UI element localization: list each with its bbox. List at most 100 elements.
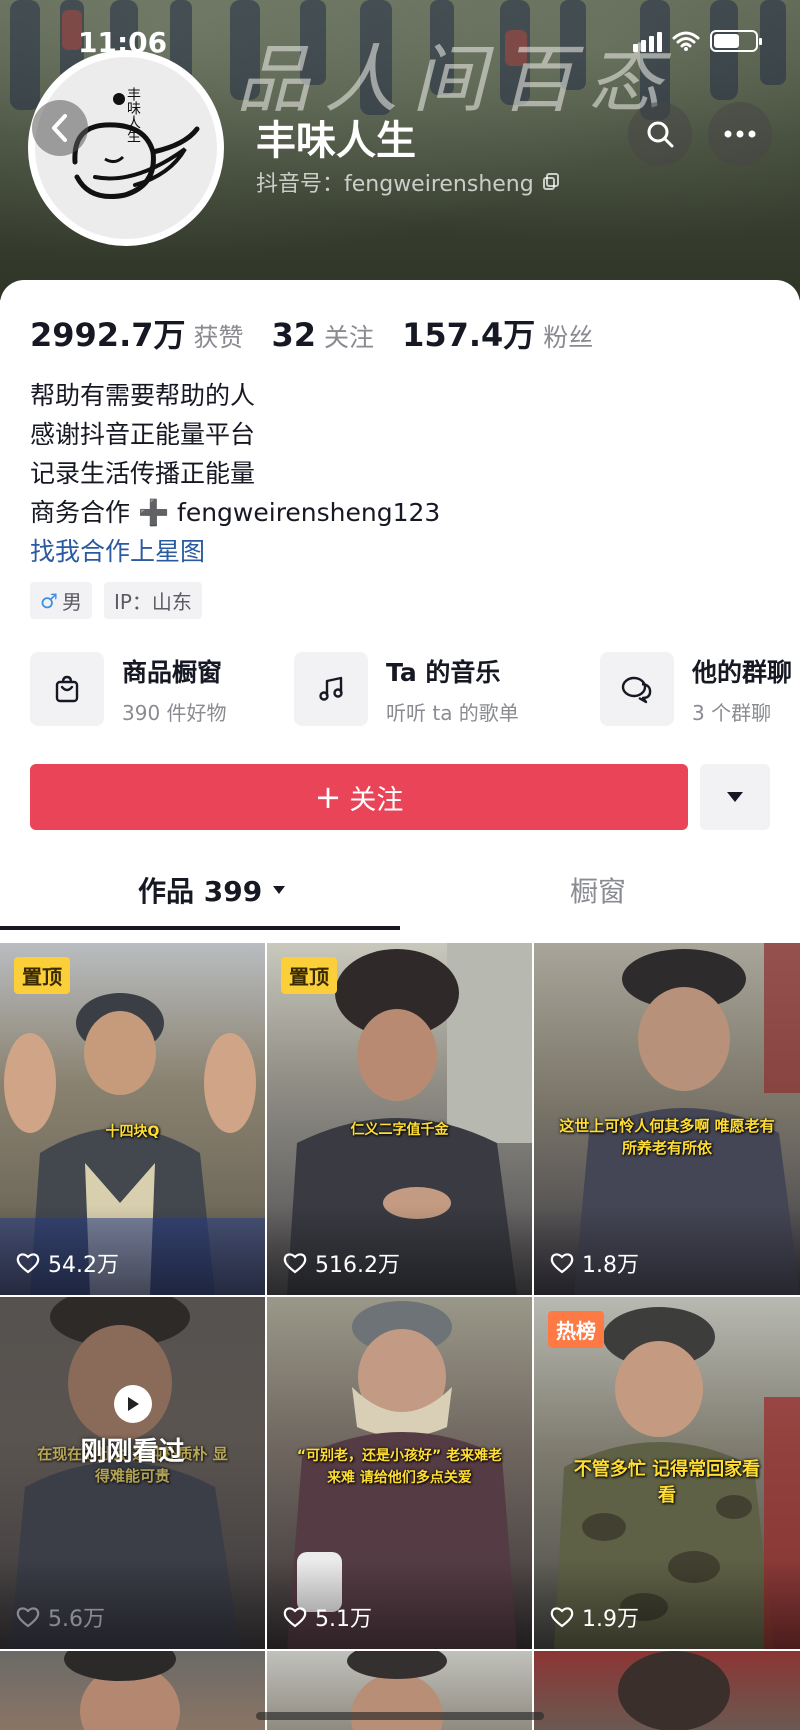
male-icon: ♂ <box>40 588 58 613</box>
video-thumbnail[interactable] <box>534 1651 800 1730</box>
video-caption: 这世上可怜人何其多啊 唯愿老有所养老有所依 <box>559 1117 775 1157</box>
video-thumbnail[interactable]: 置顶 仁义二字值千金 516.2万 <box>267 943 532 1295</box>
battery-icon <box>710 30 762 52</box>
tab-label: 橱窗 <box>570 875 627 908</box>
chat-bubble-icon <box>600 652 674 726</box>
search-icon <box>647 121 674 148</box>
video-caption: 不管多忙 记得常回家看看 <box>573 1459 761 1506</box>
douyin-id-text: 抖音号：fengweirensheng <box>256 172 534 197</box>
follow-button[interactable]: + 关注 <box>30 764 688 830</box>
tab-label: 作品 399 <box>138 875 263 908</box>
tab-indicator <box>0 926 400 930</box>
feature-title: Ta 的音乐 <box>386 657 501 687</box>
tab-shop[interactable]: 橱窗 <box>570 870 626 910</box>
video-thumbnail[interactable]: 置顶 十四块Q 54.2万 <box>0 943 265 1295</box>
elder-photo <box>64 1651 180 1730</box>
wifi-icon <box>672 31 700 51</box>
shopping-bag-icon <box>30 652 104 726</box>
more-dots-icon <box>724 130 756 138</box>
gender-text: 男 <box>61 590 82 614</box>
search-button[interactable] <box>628 102 692 166</box>
heart-icon <box>283 1607 307 1628</box>
star-map-link[interactable]: 找我合作上星图 <box>30 532 440 571</box>
like-count: 1.8万 <box>550 1247 639 1279</box>
follow-more-button[interactable] <box>700 764 770 830</box>
stat-label: 获赞 <box>193 323 244 352</box>
like-count: 516.2万 <box>283 1247 400 1279</box>
like-count-text: 1.9万 <box>582 1607 639 1632</box>
ip-tag: IP：山东 <box>103 582 202 619</box>
video-caption: 仁义二字值千金 <box>350 1122 449 1138</box>
like-count: 1.9万 <box>550 1601 639 1633</box>
avatar-text: 丰味人生 <box>125 87 141 143</box>
elder-photo <box>618 1651 730 1730</box>
feature-row: 商品橱窗 390 件好物 Ta 的音乐 听听 ta 的歌单 他的群聊 3 个群聊 <box>30 652 800 732</box>
video-thumbnail[interactable]: “可别老，还是小孩好” 老来难老来难 请给他们多点关爱 5.1万 <box>267 1297 532 1649</box>
stat-label: 关注 <box>324 323 375 352</box>
like-count-text: 5.6万 <box>48 1607 105 1632</box>
hot-list-badge: 热榜 <box>548 1311 604 1348</box>
video-thumbnail[interactable]: 热榜 不管多忙 记得常回家看看 1.9万 <box>534 1297 800 1649</box>
stat-likes[interactable]: 2992.7万 获赞 <box>30 310 244 356</box>
copy-icon[interactable] <box>542 173 560 191</box>
feature-title: 商品橱窗 <box>122 657 223 687</box>
heart-icon <box>550 1607 574 1628</box>
signal-icon <box>633 30 662 52</box>
plus-icon: + <box>314 778 342 816</box>
like-count-text: 516.2万 <box>315 1253 400 1278</box>
profile-stats: 2992.7万 获赞 32 关注 157.4万 粉丝 <box>30 310 593 356</box>
triangle-down-icon <box>727 792 743 802</box>
recently-watched-label: 刚刚看过 <box>80 1437 185 1467</box>
bio-line: 商务合作 ➕ fengweirensheng123 <box>30 498 441 527</box>
like-count: 5.6万 <box>16 1601 105 1633</box>
like-count: 54.2万 <box>16 1247 119 1279</box>
profile-name: 丰味人生 <box>256 118 416 164</box>
stat-followers[interactable]: 157.4万 粉丝 <box>402 310 593 356</box>
home-indicator[interactable] <box>256 1712 544 1720</box>
feature-subtitle: 390 件好物 <box>122 700 227 725</box>
video-caption: “可别老，还是小孩好” 老来难老来难 请给他们多点关爱 <box>296 1448 503 1486</box>
video-thumbnail[interactable] <box>0 1651 265 1730</box>
status-icons <box>633 30 762 52</box>
stat-value: 32 <box>271 316 317 354</box>
heart-icon <box>550 1253 574 1274</box>
music-note-icon <box>294 652 368 726</box>
bio-line: 记录生活传播正能量 <box>30 459 256 488</box>
play-icon <box>114 1385 152 1423</box>
chevron-left-icon <box>52 114 67 142</box>
feature-shop-window[interactable]: 商品橱窗 390 件好物 <box>30 652 227 726</box>
more-options-button[interactable] <box>708 102 772 166</box>
follow-label: 关注 <box>349 784 404 816</box>
feature-music[interactable]: Ta 的音乐 听听 ta 的歌单 <box>294 652 519 726</box>
stat-value: 2992.7万 <box>30 316 186 354</box>
video-thumbnail[interactable]: 在现在的社会 这纯朴质朴 显得难能可贵 刚刚看过 5.6万 <box>0 1297 265 1649</box>
video-thumbnail[interactable]: 这世上可怜人何其多啊 唯愿老有所养老有所依 1.8万 <box>534 943 800 1295</box>
stat-label: 粉丝 <box>543 323 594 352</box>
stat-following[interactable]: 32 关注 <box>272 316 375 354</box>
heart-icon <box>16 1253 40 1274</box>
triangle-down-icon <box>273 886 286 894</box>
pinned-badge: 置顶 <box>281 957 337 994</box>
bio-line: 帮助有需要帮助的人 <box>30 381 256 410</box>
like-count-text: 54.2万 <box>48 1253 119 1278</box>
like-count-text: 5.1万 <box>315 1607 372 1632</box>
profile-bio: 帮助有需要帮助的人 感谢抖音正能量平台 记录生活传播正能量 商务合作 ➕ fen… <box>30 376 440 571</box>
content-tabs: 作品 399 橱窗 <box>0 870 800 930</box>
feature-subtitle: 3 个群聊 <box>692 700 772 725</box>
like-count: 5.1万 <box>283 1601 372 1633</box>
gender-tag: ♂ 男 <box>30 582 92 619</box>
like-count-text: 1.8万 <box>582 1253 639 1278</box>
heart-icon <box>16 1607 40 1628</box>
feature-subtitle: 听听 ta 的歌单 <box>386 700 519 725</box>
douyin-id[interactable]: 抖音号：fengweirensheng <box>256 166 560 198</box>
profile-tags: ♂ 男 IP：山东 <box>30 582 202 619</box>
tab-works[interactable]: 作品 399 <box>138 870 286 910</box>
feature-title: 他的群聊 <box>692 657 793 687</box>
feature-group-chat[interactable]: 他的群聊 3 个群聊 <box>600 652 792 726</box>
heart-icon <box>283 1253 307 1274</box>
bio-line: 感谢抖音正能量平台 <box>30 420 256 449</box>
pinned-badge: 置顶 <box>14 957 70 994</box>
back-button[interactable] <box>32 100 88 156</box>
stat-value: 157.4万 <box>402 316 536 354</box>
video-caption: 十四块Q <box>105 1124 160 1140</box>
